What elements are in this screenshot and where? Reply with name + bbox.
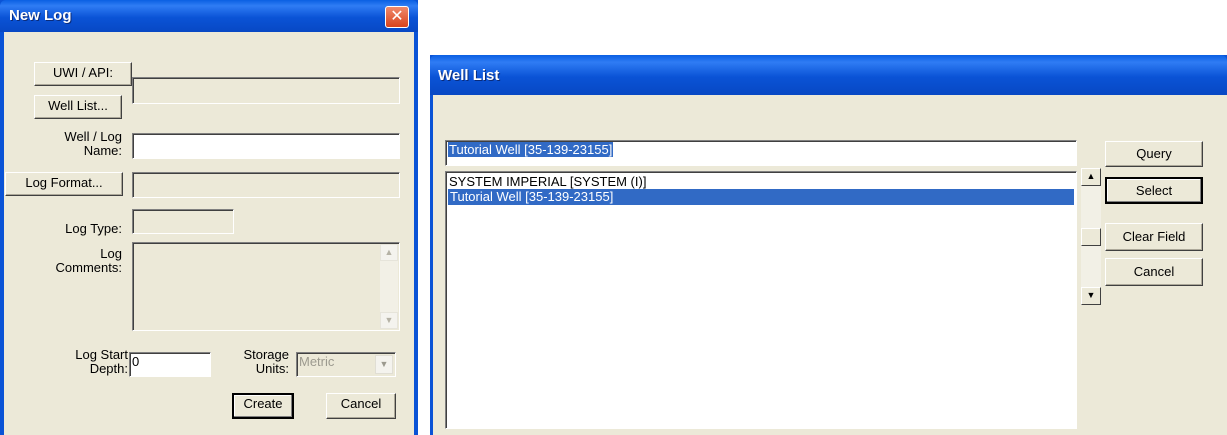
well-log-name-input[interactable] bbox=[132, 133, 400, 159]
new-log-window: New Log ✕ UWI / API: Well List... Well /… bbox=[0, 0, 418, 435]
log-start-depth-input[interactable]: 0 bbox=[129, 352, 211, 377]
well-listbox[interactable]: SYSTEM IMPERIAL [SYSTEM (I)] Tutorial We… bbox=[445, 171, 1077, 429]
scroll-up-icon[interactable]: ▲ bbox=[1081, 168, 1101, 186]
log-type-label: Log Type: bbox=[65, 221, 122, 236]
scroll-up-icon[interactable]: ▲ bbox=[380, 244, 398, 261]
log-type-field bbox=[132, 209, 234, 234]
scroll-thumb[interactable] bbox=[1081, 228, 1101, 246]
close-icon[interactable]: ✕ bbox=[385, 6, 409, 28]
log-comments-textarea[interactable] bbox=[132, 242, 400, 331]
list-item[interactable]: SYSTEM IMPERIAL [SYSTEM (I)] bbox=[449, 174, 646, 190]
well-list-window: Well List Tutorial Well [35-139-23155] S… bbox=[430, 55, 1227, 435]
new-log-body: UWI / API: Well List... Well / Log Name:… bbox=[4, 32, 414, 435]
list-item-selected[interactable]: Tutorial Well [35-139-23155] bbox=[448, 189, 1074, 205]
create-button[interactable]: Create bbox=[232, 393, 294, 419]
storage-units-label-line1: Storage bbox=[243, 347, 289, 362]
scroll-down-icon[interactable]: ▼ bbox=[380, 312, 398, 329]
log-comments-label-line2: Comments: bbox=[55, 260, 122, 275]
log-comments-label-line1: Log bbox=[100, 246, 122, 261]
log-start-label-line2: Depth: bbox=[89, 361, 128, 376]
uwi-api-button[interactable]: UWI / API: bbox=[34, 62, 132, 86]
well-search-input[interactable]: Tutorial Well [35-139-23155] bbox=[445, 140, 1077, 166]
storage-units-label-line2: Units: bbox=[255, 361, 289, 376]
log-format-field bbox=[132, 172, 400, 198]
well-list-button[interactable]: Well List... bbox=[34, 95, 122, 119]
well-search-value: Tutorial Well [35-139-23155] bbox=[448, 142, 614, 157]
scroll-down-icon[interactable]: ▼ bbox=[1081, 287, 1101, 305]
well-list-title-bar[interactable]: Well List bbox=[430, 55, 1227, 95]
well-list-title: Well List bbox=[438, 67, 500, 84]
log-comments-scrollbar[interactable]: ▲ ▼ bbox=[380, 244, 398, 329]
well-log-name-label-line2: Name: bbox=[83, 143, 122, 158]
storage-units-value: Metric bbox=[299, 354, 335, 369]
well-log-name-label-line1: Well / Log bbox=[64, 129, 122, 144]
well-list-body: Tutorial Well [35-139-23155] SYSTEM IMPE… bbox=[433, 95, 1227, 435]
clear-field-button[interactable]: Clear Field bbox=[1105, 223, 1203, 251]
chevron-down-icon[interactable]: ▼ bbox=[375, 355, 393, 374]
uwi-api-field bbox=[132, 77, 400, 104]
cancel-button[interactable]: Cancel bbox=[1105, 258, 1203, 286]
log-start-label-line1: Log Start bbox=[75, 347, 128, 362]
cancel-button[interactable]: Cancel bbox=[326, 393, 396, 419]
well-list-scrollbar[interactable]: ▲ ▼ bbox=[1081, 168, 1101, 305]
new-log-title-bar[interactable]: New Log ✕ bbox=[0, 0, 418, 32]
log-format-button[interactable]: Log Format... bbox=[5, 172, 123, 196]
new-log-title: New Log bbox=[9, 7, 72, 24]
query-button[interactable]: Query bbox=[1105, 141, 1203, 167]
select-button[interactable]: Select bbox=[1105, 177, 1203, 204]
